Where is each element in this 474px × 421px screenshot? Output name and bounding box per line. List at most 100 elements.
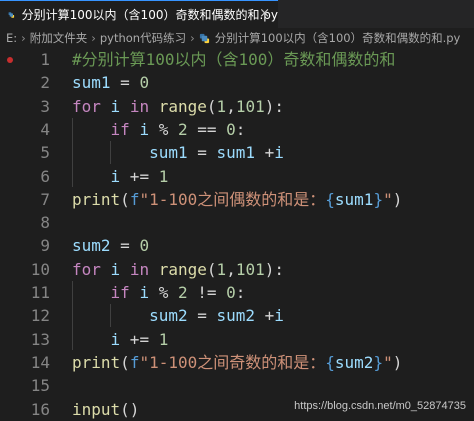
code-token: sum1 <box>335 190 374 209</box>
code-token <box>120 97 130 116</box>
code-token <box>149 260 159 279</box>
code-token: 1 <box>217 260 227 279</box>
code-text[interactable]: sum1 = 0 <box>72 71 149 94</box>
chevron-right-icon: › <box>91 31 96 45</box>
code-text[interactable]: i += 1 <box>72 165 168 188</box>
code-text[interactable]: if i % 2 == 0: <box>72 118 245 141</box>
code-token: ) <box>393 190 403 209</box>
code-token: 0 <box>226 120 236 139</box>
python-file-icon <box>199 33 210 44</box>
code-token: " <box>383 190 393 209</box>
code-token: () <box>120 400 139 419</box>
code-token: == <box>188 120 227 139</box>
python-file-icon <box>8 9 15 21</box>
code-text[interactable]: if i % 2 != 0: <box>72 281 245 304</box>
code-token: 2 <box>178 120 188 139</box>
tab-bar: 分别计算100以内（含100）奇数和偶数的和.py × <box>0 0 474 28</box>
breadcrumb-item-drive[interactable]: E: <box>6 31 17 45</box>
code-token: i <box>139 120 149 139</box>
code-token: 1 <box>159 330 169 349</box>
tab-title: 分别计算100以内（含100）奇数和偶数的和.py <box>22 6 278 23</box>
code-token: f <box>130 353 140 372</box>
code-token: for <box>72 260 101 279</box>
code-text[interactable]: print(f"1-100之间奇数的和是：{sum2}") <box>72 351 402 374</box>
code-token: "1-100之间偶数的和是： <box>139 190 325 209</box>
code-text[interactable]: #分别计算100以内（含100）奇数和偶数的和 <box>72 48 395 71</box>
code-editor[interactable]: 1#分别计算100以内（含100）奇数和偶数的和2sum1 = 03for i … <box>0 48 474 417</box>
code-token: : <box>236 120 246 139</box>
code-token: i <box>274 143 284 162</box>
code-line[interactable]: 2 sum1 = 0 <box>0 71 474 94</box>
code-line[interactable]: 7print(f"1-100之间偶数的和是：{sum1}") <box>0 188 474 211</box>
line-number: 13 <box>0 328 50 351</box>
code-token: ( <box>207 97 217 116</box>
code-token: sum2 <box>217 306 256 325</box>
line-number: 12 <box>0 304 50 327</box>
line-number: 10 <box>0 258 50 281</box>
code-token: #分别计算100以内（含100）奇数和偶数的和 <box>72 50 395 69</box>
code-token: ): <box>265 260 284 279</box>
chevron-right-icon: › <box>190 31 195 45</box>
code-token: f <box>130 190 140 209</box>
code-line[interactable]: 6 i += 1 <box>0 165 474 188</box>
close-tab-icon[interactable]: × <box>259 6 270 21</box>
code-token: for <box>72 97 101 116</box>
code-token <box>101 97 111 116</box>
code-line[interactable]: 3 for i in range(1,101): <box>0 95 474 118</box>
code-text[interactable]: for i in range(1,101): <box>72 258 284 281</box>
code-token: { <box>325 190 335 209</box>
code-token: i <box>111 330 121 349</box>
code-line[interactable]: 5 sum1 = sum1 +i <box>0 141 474 164</box>
code-token: print <box>72 190 120 209</box>
code-line[interactable]: 1#分别计算100以内（含100）奇数和偶数的和 <box>0 48 474 71</box>
code-token: 1 <box>159 167 169 186</box>
watermark: https://blog.csdn.net/m0_52874735 <box>294 400 466 412</box>
code-token: 0 <box>139 73 149 92</box>
code-line[interactable]: 13 i += 1 <box>0 328 474 351</box>
code-line[interactable]: 8 <box>0 211 474 234</box>
code-token: { <box>325 353 335 372</box>
code-token: % <box>149 283 178 302</box>
code-line[interactable]: 10 for i in range(1,101): <box>0 258 474 281</box>
code-token <box>120 260 130 279</box>
code-token: in <box>130 260 149 279</box>
code-token: ) <box>393 353 403 372</box>
code-token: != <box>188 283 227 302</box>
code-token: + <box>255 143 274 162</box>
code-text[interactable]: sum2 = 0 <box>72 234 149 257</box>
code-token: range <box>159 260 207 279</box>
code-text[interactable]: i += 1 <box>72 328 168 351</box>
code-text[interactable]: for i in range(1,101): <box>72 95 284 118</box>
code-token: "1-100之间奇数的和是： <box>139 353 325 372</box>
code-line[interactable]: 11 if i % 2 != 0: <box>0 281 474 304</box>
code-token <box>72 120 111 139</box>
code-line[interactable]: 15 <box>0 374 474 397</box>
code-token: i <box>111 167 121 186</box>
code-token <box>101 260 111 279</box>
line-number: 9 <box>0 234 50 257</box>
code-line[interactable]: 9 sum2 = 0 <box>0 234 474 257</box>
code-line[interactable]: 12 sum2 = sum2 +i <box>0 304 474 327</box>
code-token: ( <box>120 353 130 372</box>
line-number: 3 <box>0 95 50 118</box>
code-token: if <box>111 120 130 139</box>
code-line[interactable]: 14print(f"1-100之间奇数的和是：{sum2}") <box>0 351 474 374</box>
breadcrumb-item-file[interactable]: 分别计算100以内（含100）奇数和偶数的和.py <box>215 30 461 46</box>
code-text[interactable]: print(f"1-100之间偶数的和是：{sum1}") <box>72 188 402 211</box>
line-number: 2 <box>0 71 50 94</box>
code-text[interactable]: sum1 = sum1 +i <box>72 141 284 164</box>
breadcrumb-item-subfolder[interactable]: python代码练习 <box>100 30 186 46</box>
breadcrumb-item-folder[interactable]: 附加文件夹 <box>30 30 88 46</box>
code-text[interactable]: sum2 = sum2 +i <box>72 304 284 327</box>
editor-tab[interactable]: 分别计算100以内（含100）奇数和偶数的和.py × <box>0 0 278 28</box>
code-token <box>72 306 149 325</box>
code-token: = <box>111 73 140 92</box>
code-token <box>72 143 149 162</box>
code-token: + <box>255 306 274 325</box>
code-token: print <box>72 353 120 372</box>
code-token: i <box>111 97 121 116</box>
code-line[interactable]: 4 if i % 2 == 0: <box>0 118 474 141</box>
code-text[interactable]: input() <box>72 398 139 421</box>
code-token <box>130 120 140 139</box>
code-token: sum2 <box>149 306 188 325</box>
